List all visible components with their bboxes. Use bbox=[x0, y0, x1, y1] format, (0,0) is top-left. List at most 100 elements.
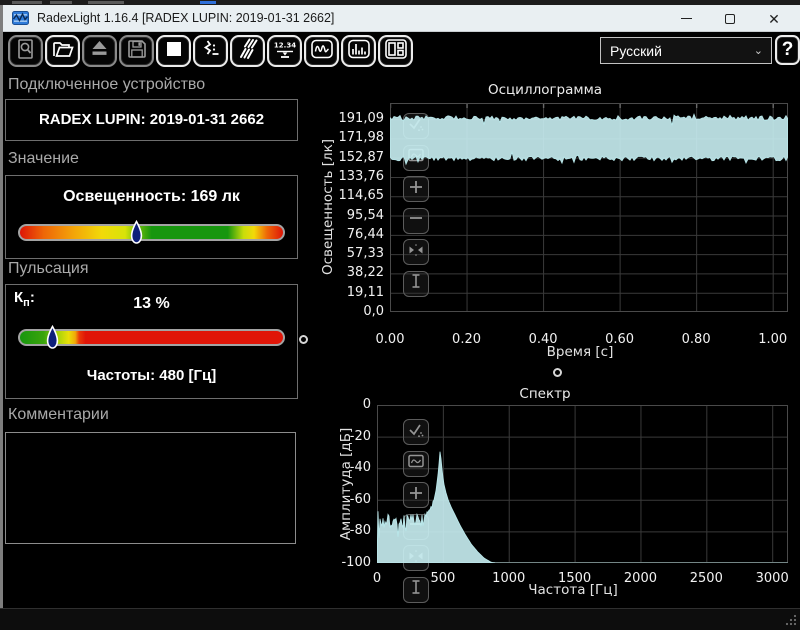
x-tick-label: 1500 bbox=[547, 571, 603, 586]
preview-report-button[interactable] bbox=[8, 35, 43, 67]
svg-text:12.34: 12.34 bbox=[273, 41, 295, 49]
spectrum-zoom-out-button[interactable] bbox=[403, 514, 429, 540]
panels-icon bbox=[384, 38, 408, 65]
y-tick-label: -100 bbox=[313, 555, 371, 570]
open-folder-icon bbox=[51, 38, 75, 65]
horizontal-splitter-handle[interactable] bbox=[553, 368, 562, 377]
eject-device-button[interactable] bbox=[82, 35, 117, 67]
oscillogram-series bbox=[390, 103, 788, 312]
y-tick-label: -20 bbox=[313, 429, 371, 444]
x-tick-label: 500 bbox=[415, 571, 471, 586]
statusbar bbox=[0, 608, 800, 630]
magnifier-doc-icon bbox=[14, 38, 38, 65]
image-icon bbox=[407, 146, 425, 169]
oscillogram-plot-area[interactable] bbox=[390, 103, 788, 312]
spectrum-plot-area[interactable] bbox=[377, 405, 788, 563]
maximize-button[interactable] bbox=[708, 5, 752, 32]
x-tick-label: 0.40 bbox=[515, 332, 571, 347]
value-box: Освещенность: 169 лк bbox=[5, 175, 298, 259]
zoom-in-icon bbox=[407, 178, 425, 201]
comments-input[interactable] bbox=[5, 432, 296, 544]
edit-icon bbox=[407, 115, 425, 138]
waveform-icon bbox=[310, 38, 334, 65]
illuminance-marker-icon bbox=[129, 220, 144, 246]
save-button[interactable] bbox=[119, 35, 154, 67]
help-button[interactable]: ? bbox=[775, 35, 800, 65]
x-tick-label: 3000 bbox=[744, 571, 800, 586]
spectrum-image-button[interactable] bbox=[403, 451, 429, 477]
x-tick-label: 0 bbox=[349, 571, 405, 586]
oscillogram-view-button[interactable] bbox=[304, 35, 339, 67]
light-rays-mode-button[interactable] bbox=[230, 35, 265, 67]
y-tick-label: 0 bbox=[313, 397, 371, 412]
close-icon: ✕ bbox=[768, 12, 780, 26]
language-select[interactable]: Русский ⌄ bbox=[600, 37, 772, 64]
spectrum-view-button[interactable] bbox=[341, 35, 376, 67]
oscillogram-zoom-out-button[interactable] bbox=[403, 208, 429, 234]
stop-measurement-button[interactable] bbox=[156, 35, 191, 67]
bars-icon bbox=[347, 38, 371, 65]
oscillogram-fit-button[interactable] bbox=[403, 239, 429, 265]
fit-icon bbox=[407, 547, 425, 570]
y-tick-label: 76,44 bbox=[326, 227, 384, 242]
resize-grip[interactable] bbox=[785, 614, 797, 626]
language-select-value: Русский bbox=[610, 43, 754, 59]
y-tick-label: 171,98 bbox=[326, 130, 384, 145]
toolbar: 12.34 Русский ⌄ ? bbox=[3, 32, 800, 70]
open-file-button[interactable] bbox=[45, 35, 80, 67]
minimize-icon bbox=[681, 18, 692, 19]
layout-view-button[interactable] bbox=[378, 35, 413, 67]
oscillogram-xlabel: Время [с] bbox=[480, 344, 680, 360]
y-tick-label: 191,09 bbox=[326, 111, 384, 126]
oscillogram-edit-button[interactable] bbox=[403, 113, 429, 139]
comments-section-header: Комментарии bbox=[8, 406, 109, 424]
y-tick-label: -60 bbox=[313, 492, 371, 507]
stop-icon bbox=[162, 38, 186, 65]
illuminance-value: Освещенность: 169 лк bbox=[6, 188, 297, 206]
device-name: RADEX LUPIN: 2019-01-31 2662 bbox=[6, 100, 297, 140]
oscillogram-zoom-in-button[interactable] bbox=[403, 176, 429, 202]
measurement-mode-button[interactable] bbox=[193, 35, 228, 67]
y-tick-label: -40 bbox=[313, 460, 371, 475]
minimize-button[interactable] bbox=[664, 5, 708, 32]
spectrum-edit-button[interactable] bbox=[403, 419, 429, 445]
background-window-fragment bbox=[12, 1, 42, 4]
edit-icon bbox=[407, 421, 425, 444]
eject-icon bbox=[88, 38, 112, 65]
x-tick-label: 0.60 bbox=[592, 332, 648, 347]
background-window-fragment bbox=[88, 1, 124, 4]
image-icon bbox=[407, 452, 425, 475]
cursor-icon bbox=[407, 272, 425, 295]
x-tick-label: 2000 bbox=[612, 571, 668, 586]
oscillogram-image-button[interactable] bbox=[403, 145, 429, 171]
illuminance-scale-bar bbox=[18, 224, 285, 241]
spectrum-zoom-in-button[interactable] bbox=[403, 482, 429, 508]
close-button[interactable]: ✕ bbox=[752, 5, 796, 32]
zoom-in-icon bbox=[407, 484, 425, 507]
background-window-fragment bbox=[200, 1, 216, 4]
maximize-icon bbox=[725, 14, 735, 24]
vertical-splitter-handle[interactable] bbox=[299, 335, 308, 344]
y-tick-label: 38,22 bbox=[326, 265, 384, 280]
y-tick-label: 114,65 bbox=[326, 188, 384, 203]
x-tick-label: 0.80 bbox=[668, 332, 724, 347]
titlebar[interactable]: RadexLight 1.16.4 [RADEX LUPIN: 2019-01-… bbox=[3, 5, 800, 32]
y-tick-label: 0,0 bbox=[326, 304, 384, 319]
save-icon bbox=[125, 38, 149, 65]
oscillogram-cursor-button[interactable] bbox=[403, 271, 429, 297]
numeric-view-button[interactable]: 12.34 bbox=[267, 35, 302, 67]
window-title: RadexLight 1.16.4 [RADEX LUPIN: 2019-01-… bbox=[37, 11, 334, 25]
app-window: RadexLight 1.16.4 [RADEX LUPIN: 2019-01-… bbox=[0, 0, 800, 630]
zoom-out-icon bbox=[407, 515, 425, 538]
x-tick-label: 0.20 bbox=[439, 332, 495, 347]
digits-icon: 12.34 bbox=[273, 38, 297, 65]
spectrum-fit-button[interactable] bbox=[403, 545, 429, 571]
pulsation-section-header: Пульсация bbox=[8, 260, 88, 278]
spectrum-series bbox=[377, 405, 788, 563]
y-tick-label: 57,33 bbox=[326, 246, 384, 261]
device-section-header: Подключенное устройство bbox=[8, 76, 205, 94]
device-box: RADEX LUPIN: 2019-01-31 2662 bbox=[5, 99, 298, 141]
y-tick-label: -80 bbox=[313, 523, 371, 538]
y-tick-label: 95,54 bbox=[326, 208, 384, 223]
app-logo-icon bbox=[12, 11, 29, 25]
